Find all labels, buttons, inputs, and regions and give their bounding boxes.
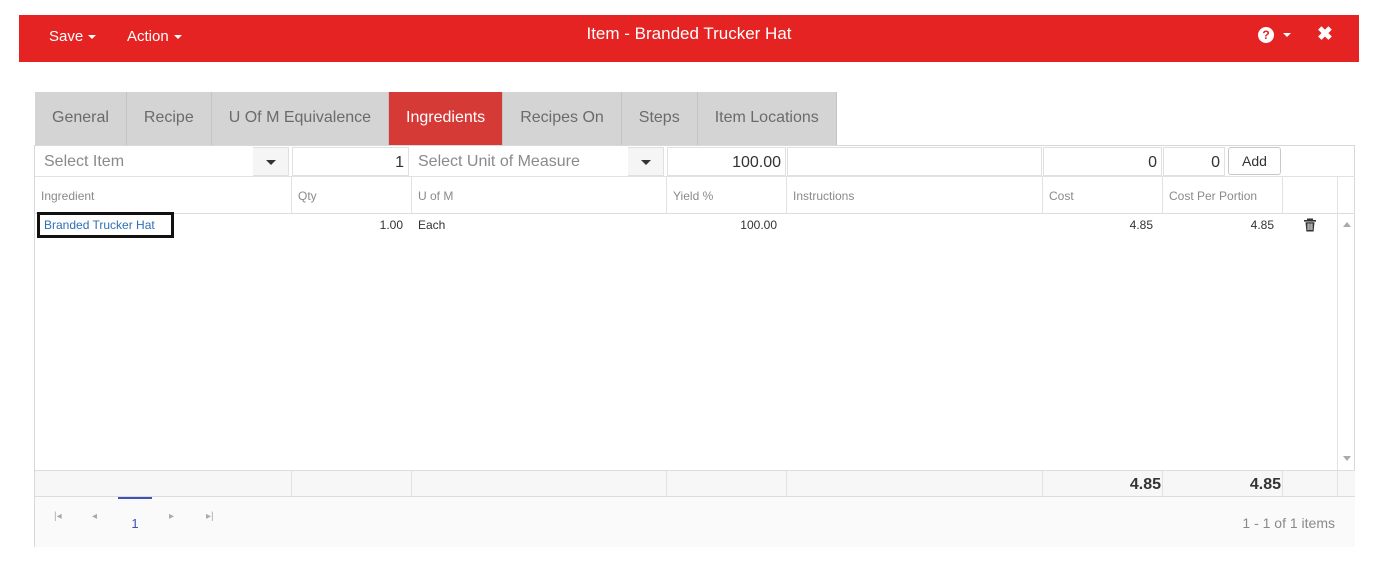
- help-caret-icon[interactable]: [1283, 33, 1291, 37]
- pager-info: 1 - 1 of 1 items: [1242, 515, 1335, 531]
- row-instructions: [793, 216, 1033, 234]
- yield-input[interactable]: 100.00: [667, 147, 786, 176]
- cost-input[interactable]: 0: [1043, 147, 1162, 176]
- first-page-icon[interactable]: |◂: [54, 511, 62, 522]
- scroll-down-icon[interactable]: [1343, 456, 1351, 461]
- question-circle-icon[interactable]: ?: [1258, 27, 1274, 43]
- tab-steps[interactable]: Steps: [621, 92, 698, 145]
- tab-ingredients[interactable]: Ingredients: [389, 92, 504, 145]
- vertical-scrollbar[interactable]: [1337, 214, 1355, 470]
- ingredient-link[interactable]: Branded Trucker Hat: [37, 212, 174, 238]
- tab-uom-equivalence[interactable]: U Of M Equivalence: [211, 92, 390, 145]
- chevron-down-icon: [266, 160, 276, 165]
- grid-footer: 4.85 4.85: [35, 470, 1355, 498]
- col-cost-per-portion[interactable]: Cost Per Portion: [1162, 177, 1282, 214]
- trash-icon[interactable]: [1303, 218, 1317, 232]
- row-cost-per-portion: 4.85: [1250, 218, 1274, 232]
- ingredients-grid: Select Item 1 Select Unit of Measure 100…: [34, 145, 1355, 547]
- chevron-down-icon: [641, 160, 651, 165]
- col-scroll-spacer: [1337, 177, 1355, 214]
- col-ingredient[interactable]: Ingredient: [35, 177, 291, 214]
- footer-divider: [291, 471, 292, 498]
- col-instructions[interactable]: Instructions: [786, 177, 1042, 214]
- scroll-up-icon[interactable]: [1343, 222, 1351, 227]
- row-cost: 4.85: [1129, 218, 1153, 232]
- new-ingredient-row: Select Item 1 Select Unit of Measure 100…: [35, 146, 1355, 177]
- row-qty: 1.00: [379, 218, 403, 232]
- grid-header: Ingredient Qty U of M Yield % Instructio…: [35, 177, 1355, 214]
- page-title: Item - Branded Trucker Hat: [586, 24, 792, 43]
- select-item-input[interactable]: Select Item: [38, 147, 256, 176]
- add-button[interactable]: Add: [1228, 147, 1281, 175]
- grid-body: Branded Trucker Hat 1.00 Each 100.00 4.8…: [35, 212, 1355, 470]
- select-uom-input[interactable]: Select Unit of Measure: [412, 147, 630, 176]
- footer-divider: [666, 471, 667, 498]
- footer-divider: [786, 471, 787, 498]
- instructions-input[interactable]: [787, 147, 1042, 176]
- tab-recipes-on[interactable]: Recipes On: [503, 92, 622, 145]
- qty-input[interactable]: 1: [292, 147, 409, 176]
- last-page-icon[interactable]: ▸|: [206, 511, 214, 522]
- pager: |◂ ◂ 1 ▸ ▸| 1 - 1 of 1 items: [35, 497, 1355, 547]
- footer-divider: [1282, 471, 1283, 498]
- tab-recipe[interactable]: Recipe: [126, 92, 212, 145]
- col-qty[interactable]: Qty: [291, 177, 411, 214]
- select-item-dropdown[interactable]: [253, 147, 289, 176]
- row-yield: 100.00: [740, 218, 777, 232]
- tab-strip: General Recipe U Of M Equivalence Ingred…: [35, 92, 837, 145]
- row-uom: Each: [418, 218, 446, 232]
- total-cost: 4.85: [1129, 476, 1161, 493]
- prev-page-icon[interactable]: ◂: [92, 511, 97, 522]
- total-cost-per-portion: 4.85: [1249, 476, 1281, 493]
- col-uom[interactable]: U of M: [411, 177, 666, 214]
- title-bar: Save Action Item - Branded Trucker Hat ?…: [19, 15, 1359, 62]
- col-cost[interactable]: Cost: [1042, 177, 1162, 214]
- col-yield[interactable]: Yield %: [666, 177, 786, 214]
- close-icon[interactable]: ✖: [1317, 23, 1333, 47]
- footer-divider: [411, 471, 412, 498]
- select-uom-dropdown[interactable]: [628, 147, 664, 176]
- tab-item-locations[interactable]: Item Locations: [697, 92, 837, 145]
- page-number[interactable]: 1: [118, 497, 152, 537]
- tab-general[interactable]: General: [35, 92, 127, 145]
- next-page-icon[interactable]: ▸: [169, 511, 174, 522]
- cost-per-portion-input[interactable]: 0: [1163, 147, 1225, 176]
- col-actions: [1282, 177, 1337, 214]
- footer-divider: [1337, 471, 1338, 498]
